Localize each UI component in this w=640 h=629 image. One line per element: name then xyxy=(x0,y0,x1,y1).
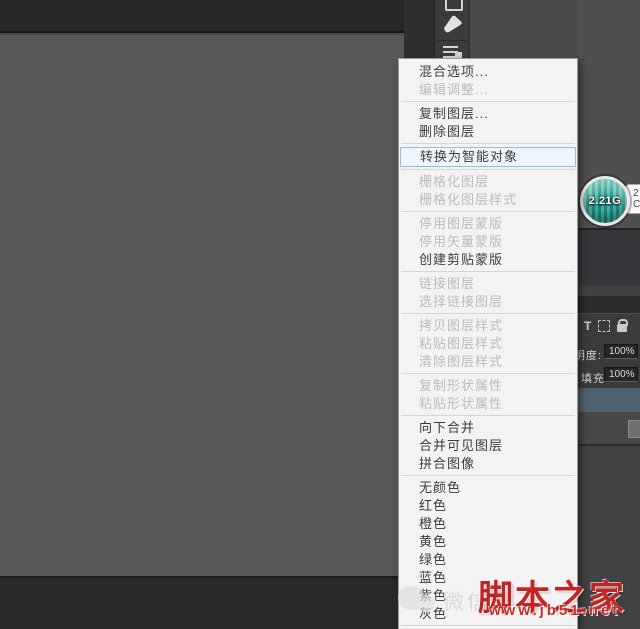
menu-item-copy-layer-style: 拷贝图层样式 xyxy=(399,317,577,335)
panel-section-dark xyxy=(578,296,640,313)
layer-thumbnail xyxy=(628,420,640,438)
menu-separator xyxy=(401,271,575,272)
menu-item-merge-visible[interactable]: 合并可见图层 xyxy=(399,437,577,455)
dock-divider xyxy=(437,40,467,41)
menu-item-no-color[interactable]: 无颜色 xyxy=(399,479,577,497)
menu-separator xyxy=(401,211,575,212)
panel-section-upper xyxy=(578,228,640,285)
menu-separator xyxy=(401,373,575,374)
menu-item-delete-layer[interactable]: 删除图层 xyxy=(399,123,577,141)
layer-row[interactable] xyxy=(578,412,640,446)
layer-context-menu: 混合选项... 编辑调整... 复制图层... 删除图层 转换为智能对象 栅格化… xyxy=(398,58,578,629)
lock-all-icon[interactable] xyxy=(617,324,627,332)
menu-item-copy-shape-attributes: 复制形状属性 xyxy=(399,377,577,395)
menu-item-green[interactable]: 绿色 xyxy=(399,551,577,569)
document-canvas[interactable] xyxy=(0,35,404,578)
menu-separator xyxy=(401,143,575,144)
menu-item-create-clipping-mask[interactable]: 创建剪贴蒙版 xyxy=(399,251,577,269)
menu-item-rasterize-layer-style: 栅格化图层样式 xyxy=(399,191,577,209)
cpu-gauge-value: 2.21G xyxy=(589,195,621,207)
selected-layer-row[interactable] xyxy=(578,388,640,412)
cpu-gauge-widget[interactable]: 2.21G xyxy=(580,176,630,226)
lock-buttons-row: T xyxy=(584,318,627,334)
menu-item-rasterize-layer: 栅格化图层 xyxy=(399,173,577,191)
photoshop-window: T 不透明度: 100% 填充: 100% 2 CP 2.21G 混合选项...… xyxy=(0,0,640,629)
menu-item-merge-down[interactable]: 向下合并 xyxy=(399,419,577,437)
panel-header-row xyxy=(578,285,640,296)
menu-separator xyxy=(401,313,575,314)
menu-item-duplicate-layer[interactable]: 复制图层... xyxy=(399,105,577,123)
options-bar xyxy=(0,0,404,33)
opacity-value[interactable]: 100% xyxy=(604,344,638,359)
menu-item-edit-adjustment: 编辑调整... xyxy=(399,81,577,99)
site-watermark-url: www.jb51.net xyxy=(489,602,620,619)
menu-item-disable-layer-mask: 停用图层蒙版 xyxy=(399,215,577,233)
cpu-tooltip-line1: 2 xyxy=(633,188,640,199)
document-panel-icon[interactable] xyxy=(445,0,463,11)
menu-item-clear-layer-style: 清除图层样式 xyxy=(399,353,577,371)
menu-item-blending-options[interactable]: 混合选项... xyxy=(399,63,577,81)
wechat-icon xyxy=(398,583,442,619)
menu-item-disable-vector-mask: 停用矢量蒙版 xyxy=(399,233,577,251)
hand-tool-icon[interactable] xyxy=(441,13,464,35)
menu-item-select-linked-layers: 选择链接图层 xyxy=(399,293,577,311)
menu-separator xyxy=(401,475,575,476)
status-bar xyxy=(0,578,404,629)
menu-separator xyxy=(401,169,575,170)
menu-item-paste-layer-style: 粘贴图层样式 xyxy=(399,335,577,353)
menu-item-yellow[interactable]: 黄色 xyxy=(399,533,577,551)
menu-item-link-layers: 链接图层 xyxy=(399,275,577,293)
lock-position-icon[interactable] xyxy=(598,320,610,332)
layers-panel-fragment: T 不透明度: 100% 填充: 100% xyxy=(578,0,640,629)
menu-item-red[interactable]: 红色 xyxy=(399,497,577,515)
menu-separator xyxy=(401,415,575,416)
menu-separator xyxy=(401,625,575,626)
menu-item-convert-to-smart-object[interactable]: 转换为智能对象 xyxy=(400,147,576,167)
menu-item-flatten-image[interactable]: 拼合图像 xyxy=(399,455,577,473)
menu-item-orange[interactable]: 橙色 xyxy=(399,515,577,533)
lock-text-icon[interactable]: T xyxy=(584,319,591,333)
cpu-tooltip-line2: CP xyxy=(633,199,640,210)
menu-separator xyxy=(401,101,575,102)
fill-value[interactable]: 100% xyxy=(604,367,638,382)
menu-item-paste-shape-attributes: 粘贴形状属性 xyxy=(399,395,577,413)
